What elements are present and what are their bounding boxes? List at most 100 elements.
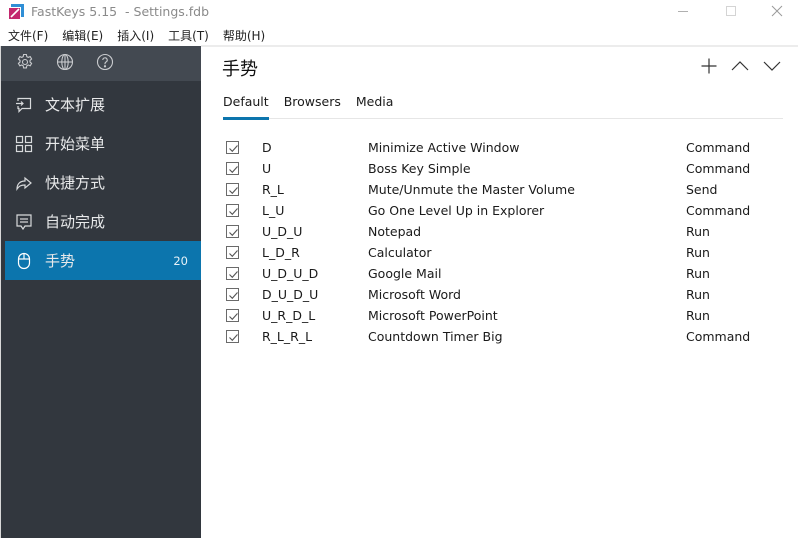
action-type-cell: Command [686,161,751,176]
menu-help[interactable]: 帮助(H) [223,27,265,44]
action-name-cell: Countdown Timer Big [368,329,503,344]
help-icon [96,53,114,74]
enable-checkbox[interactable] [226,141,239,154]
move-down-button[interactable] [761,56,783,78]
gesture-cell: U_D_U_D [262,266,319,281]
checkmark-icon [229,313,238,321]
action-name-cell: Minimize Active Window [368,140,520,155]
sidebar-item-text-expansion[interactable]: 文本扩展 [1,85,201,124]
enable-checkbox[interactable] [226,162,239,175]
menu-edit[interactable]: 编辑(E) [62,27,103,44]
mouse-icon [15,252,33,270]
table-row[interactable]: U_R_D_L Microsoft PowerPoint Run [223,305,783,326]
action-name-cell: Boss Key Simple [368,161,471,176]
enable-checkbox[interactable] [226,246,239,259]
checkmark-icon [229,334,238,342]
table-row[interactable]: U_D_U_D Google Mail Run [223,263,783,284]
sidebar-item-start-menu[interactable]: 开始菜单 [1,124,201,163]
start-menu-icon [15,135,33,153]
enable-checkbox[interactable] [226,330,239,343]
settings-button[interactable] [15,53,35,74]
maximize-button[interactable] [708,0,754,25]
menu-file[interactable]: 文件(F) [8,27,48,44]
tab-media[interactable]: Media [356,93,394,119]
add-button[interactable] [698,56,720,78]
action-type-cell: Run [686,224,710,239]
title-bar: FastKeys 5.15 - Settings.fdb [0,0,798,25]
action-name-cell: Go One Level Up in Explorer [368,203,545,218]
table-row[interactable]: D_U_D_U Microsoft Word Run [223,284,783,305]
globe-icon [56,53,74,74]
action-name-cell: Mute/Unmute the Master Volume [368,182,575,197]
tab-default[interactable]: Default [223,93,269,120]
gesture-count-badge: 20 [173,253,188,268]
plus-icon [701,58,717,77]
enable-checkbox[interactable] [226,267,239,280]
action-type-cell: Command [686,203,751,218]
gesture-cell: U_R_D_L [262,308,316,323]
checkmark-icon [229,187,238,195]
minimize-icon [677,5,689,20]
enable-checkbox[interactable] [226,225,239,238]
gesture-cell: U_D_U [262,224,303,239]
sidebar-item-label: 开始菜单 [45,135,106,153]
gesture-cell: U [262,161,272,176]
menu-tools[interactable]: 工具(T) [168,27,209,44]
table-row[interactable]: D Minimize Active Window Command [223,137,783,158]
move-up-button[interactable] [729,56,751,78]
action-name-cell: Google Mail [368,266,442,281]
action-name-cell: Microsoft Word [368,287,461,302]
help-button[interactable] [95,53,115,74]
checkmark-icon [229,271,238,279]
gesture-cell: L_U [262,203,285,218]
sidebar-toolbar [1,46,201,81]
sidebar-item-label: 文本扩展 [45,96,106,114]
table-row[interactable]: L_D_R Calculator Run [223,242,783,263]
gear-icon [16,53,34,74]
sidebar-item-autocomplete[interactable]: 自动完成 [1,202,201,241]
window-title: FastKeys 5.15 - Settings.fdb [31,4,210,19]
table-row[interactable]: L_U Go One Level Up in Explorer Command [223,200,783,221]
action-name-cell: Microsoft PowerPoint [368,308,498,323]
menu-insert[interactable]: 插入(I) [117,27,154,44]
gesture-cell: R_L [262,182,284,197]
enable-checkbox[interactable] [226,288,239,301]
page-title: 手势 [222,59,258,80]
text-expand-icon [15,96,33,114]
chevron-down-icon [763,60,781,75]
sidebar-item-shortcuts[interactable]: 快捷方式 [1,163,201,202]
table-row[interactable]: R_L Mute/Unmute the Master Volume Send [223,179,783,200]
gesture-list: D Minimize Active Window Command U Boss Key … [223,137,783,347]
chevron-up-icon [731,60,749,75]
checkmark-icon [229,229,238,237]
action-type-cell: Send [686,182,718,197]
checkmark-icon [229,145,238,153]
fastkeys-logo-icon [8,4,24,20]
close-button[interactable] [754,0,798,25]
action-type-cell: Run [686,287,710,302]
enable-checkbox[interactable] [226,309,239,322]
sidebar-item-label: 自动完成 [45,213,106,231]
tab-bar: Default Browsers Media [223,93,783,120]
table-row[interactable]: R_L_R_L Countdown Timer Big Command [223,326,783,347]
action-type-cell: Command [686,140,751,155]
close-icon [771,5,783,20]
checkmark-icon [229,292,238,300]
tab-browsers[interactable]: Browsers [284,93,341,119]
gesture-cell: D [262,140,272,155]
action-type-cell: Run [686,308,710,323]
enable-checkbox[interactable] [226,204,239,217]
sidebar-item-gestures[interactable]: 手势 20 [5,241,201,280]
action-type-cell: Run [686,245,710,260]
language-button[interactable] [55,53,75,74]
minimize-button[interactable] [660,0,706,25]
sidebar-nav: 文本扩展 开始菜单 快捷方式 自动完成 手势 20 [1,85,201,280]
menu-bar: 文件(F) 编辑(E) 插入(I) 工具(T) 帮助(H) [0,25,798,46]
table-row[interactable]: U_D_U Notepad Run [223,221,783,242]
action-name-cell: Notepad [368,224,422,239]
main-panel: 手势 Default Browsers Media D Minimize Acti… [201,47,798,538]
table-row[interactable]: U Boss Key Simple Command [223,158,783,179]
action-type-cell: Command [686,329,751,344]
sidebar-item-label: 手势 [45,252,76,270]
enable-checkbox[interactable] [226,183,239,196]
